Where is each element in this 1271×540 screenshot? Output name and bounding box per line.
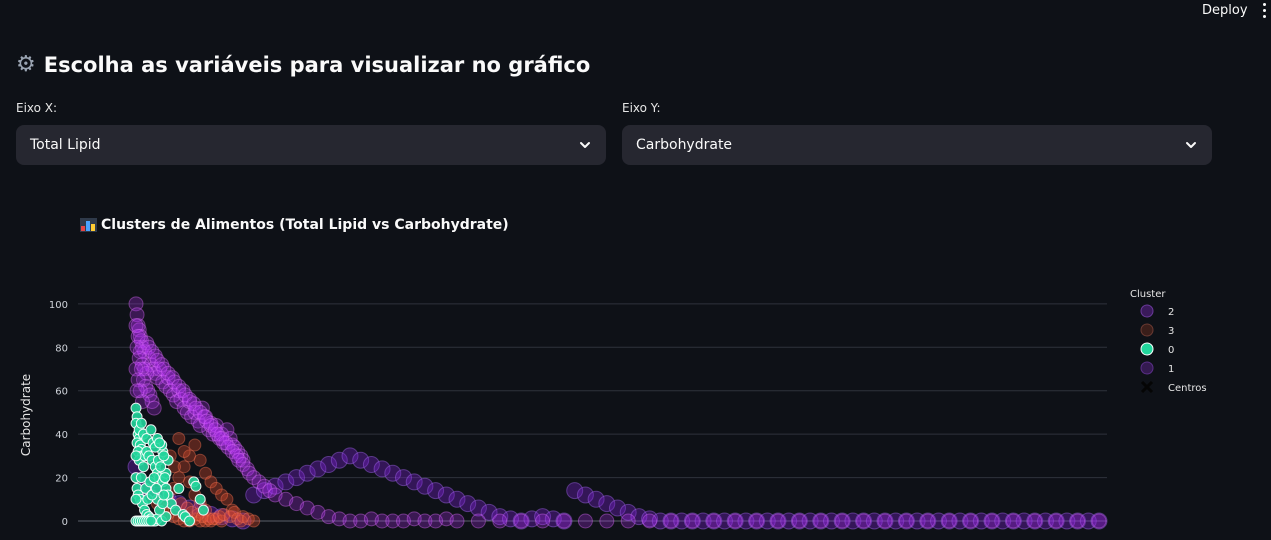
cluster-3-point	[188, 438, 202, 452]
cluster-0-point	[137, 461, 149, 473]
cluster-0-point	[194, 493, 206, 505]
legend-marker	[1140, 361, 1154, 375]
cluster-2-point	[856, 513, 872, 529]
scatter-chart[interactable]: 0 20 40 60 80 100 Carbohydrate Cluster2 3 0 1 Cen…	[0, 0, 1271, 540]
cluster-2-point	[813, 513, 829, 529]
legend-marker	[1140, 380, 1154, 394]
cluster-0-point	[158, 450, 170, 462]
y-tick-label: 40	[55, 430, 68, 441]
cluster-2-point	[727, 513, 743, 529]
cluster-0-point	[150, 482, 162, 494]
grid-lines	[78, 303, 1107, 522]
cluster-2-point	[513, 513, 529, 529]
cluster-0-point	[190, 480, 202, 492]
legend: Cluster2 3 0 1 Centros	[1130, 289, 1207, 394]
cluster-0-point	[154, 437, 166, 449]
cluster-2-point	[791, 513, 807, 529]
y-tick-label: 20	[55, 474, 68, 485]
cluster-2-point	[963, 513, 979, 529]
cluster-0-point	[130, 450, 142, 462]
legend-label[interactable]: 3	[1168, 326, 1174, 337]
cluster-0-point	[145, 515, 157, 527]
cluster-2-point	[1048, 513, 1064, 529]
cluster-0-point	[155, 461, 167, 473]
cluster-2-point	[577, 513, 593, 529]
cluster-2-point	[898, 513, 914, 529]
cluster-2-point	[492, 513, 508, 529]
cluster-2-point	[642, 513, 658, 529]
cluster-2-point	[535, 513, 551, 529]
y-tick-label: 60	[55, 387, 68, 398]
cluster-2-point	[1027, 513, 1043, 529]
cluster-2-point	[599, 513, 615, 529]
cluster-2-point	[941, 513, 957, 529]
scatter-points	[127, 296, 1108, 530]
legend-label[interactable]: 0	[1168, 345, 1174, 356]
cluster-2-point	[984, 513, 1000, 529]
legend-marker	[1140, 304, 1154, 318]
cluster-2-point	[684, 513, 700, 529]
cluster-0-point	[197, 504, 209, 516]
cluster-3-point	[177, 445, 191, 459]
cluster-3-point	[220, 492, 234, 506]
cluster-2-point	[1005, 513, 1021, 529]
y-axis-title: Carbohydrate	[19, 374, 33, 456]
cluster-0-point	[135, 417, 147, 429]
cluster-3-point	[247, 514, 261, 528]
cluster-2-point	[1070, 513, 1086, 529]
cluster-3-point	[172, 431, 186, 445]
cluster-0-point	[145, 424, 157, 436]
cluster-2-point	[920, 513, 936, 529]
cluster-2-point	[129, 383, 145, 399]
cluster-2-point	[556, 513, 572, 529]
legend-label[interactable]: 1	[1168, 364, 1174, 375]
cluster-0-point	[148, 472, 160, 484]
cluster-2-point	[877, 513, 893, 529]
cluster-2-point	[834, 513, 850, 529]
cluster-0-point	[173, 482, 185, 494]
cluster-0-point	[159, 472, 171, 484]
cluster-0-point	[184, 515, 195, 527]
cluster-0-point	[130, 493, 142, 505]
cluster-2-point	[470, 513, 486, 529]
cluster-2-point	[663, 513, 679, 529]
legend-marker	[1140, 323, 1154, 337]
cluster-2-point	[770, 513, 786, 529]
cluster-3-point	[193, 453, 207, 467]
y-tick-label: 80	[55, 343, 68, 354]
cluster-2-point	[1091, 513, 1107, 529]
cluster-3-point	[172, 471, 186, 485]
y-ticks: 0 20 40 60 80 100	[49, 300, 68, 528]
legend-title: Cluster	[1130, 289, 1166, 300]
cluster-2-point	[706, 513, 722, 529]
legend-marker	[1140, 342, 1154, 356]
y-tick-label: 0	[62, 517, 68, 528]
cluster-2-point	[749, 513, 765, 529]
cluster-2-point	[620, 513, 636, 529]
legend-label[interactable]: 2	[1168, 307, 1174, 318]
legend-label[interactable]: Centros	[1168, 383, 1207, 394]
y-tick-label: 100	[49, 300, 68, 311]
cluster-2-point	[449, 513, 465, 529]
